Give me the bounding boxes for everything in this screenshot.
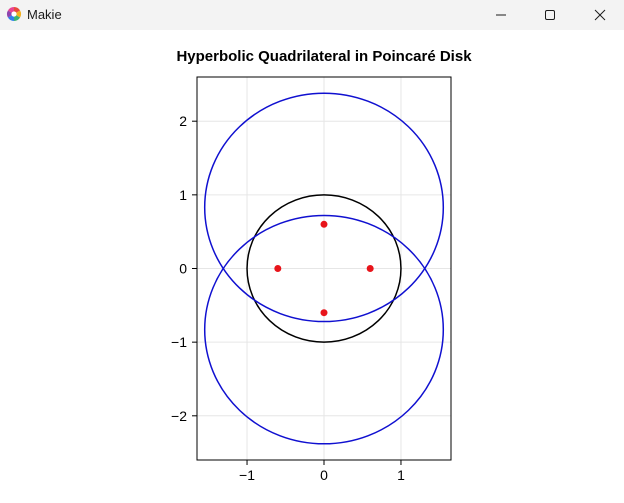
y-tick-label: 0: [179, 261, 187, 277]
vertex-point: [366, 265, 374, 272]
y-tick-label: −1: [171, 334, 187, 350]
poincare-disk-chart: Hyperbolic Quadrilateral in Poincaré Dis…: [171, 48, 472, 483]
axes: −1 0 1 −2 −1 0 1 2: [171, 76, 452, 483]
y-tick-label: −2: [171, 408, 187, 424]
plot-area: Hyperbolic Quadrilateral in Poincaré Dis…: [0, 30, 624, 503]
close-button[interactable]: [577, 0, 623, 30]
app-window: Makie Hyperbolic Quadrilateral in Poinca…: [0, 0, 624, 503]
window-title: Makie: [27, 7, 62, 22]
vertex-point: [320, 220, 328, 228]
grid: [197, 77, 451, 460]
x-tick-label: −1: [239, 467, 255, 483]
close-icon: [594, 9, 606, 21]
x-tick-label: 1: [397, 467, 405, 483]
maximize-icon: [544, 9, 556, 21]
bottom-strip: [0, 496, 624, 503]
minimize-button[interactable]: [478, 0, 524, 30]
x-tick-label: 0: [320, 467, 328, 483]
y-tick-label: 2: [179, 113, 187, 129]
chart-title: Hyperbolic Quadrilateral in Poincaré Dis…: [176, 48, 472, 65]
minimize-icon: [495, 9, 507, 21]
y-tick-label: 1: [179, 187, 187, 203]
vertex-point: [320, 309, 328, 317]
maximize-button[interactable]: [527, 0, 573, 30]
vertex-point: [274, 265, 282, 272]
title-bar: Makie: [0, 0, 624, 30]
makie-logo-icon: [6, 6, 22, 22]
